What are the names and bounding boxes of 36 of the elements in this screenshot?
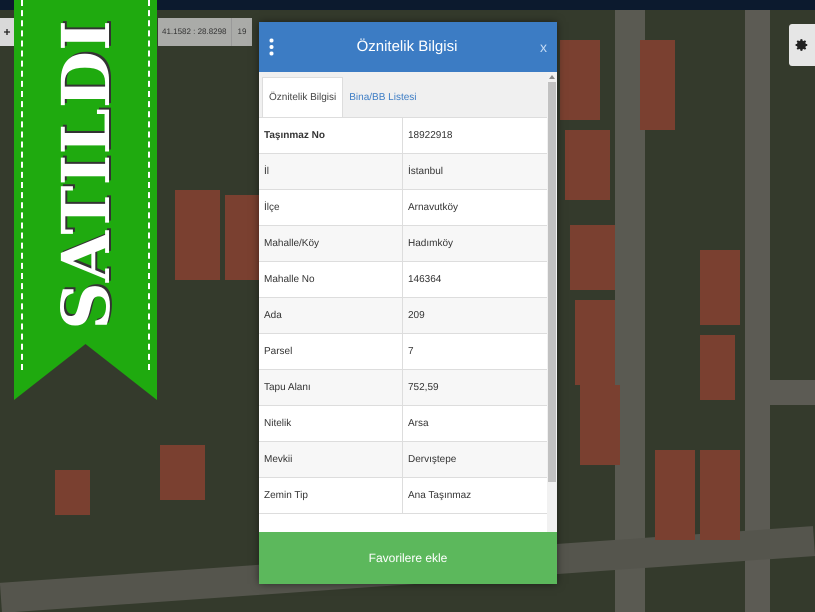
attribute-name: Nitelik bbox=[259, 406, 403, 441]
attribute-value: Ana Taşınmaz bbox=[407, 489, 472, 503]
attribute-value: 18922918 bbox=[407, 129, 454, 143]
attribute-value: 752,59 bbox=[407, 381, 440, 395]
attribute-name: İlçe bbox=[259, 190, 403, 225]
attribute-value: 209 bbox=[407, 309, 426, 323]
sold-label: SATILDI bbox=[52, 20, 118, 330]
add-to-favorites-button[interactable]: Favorilere ekle bbox=[259, 532, 557, 584]
attribute-value: Arnavutköy bbox=[407, 201, 460, 215]
menu-icon[interactable] bbox=[269, 38, 274, 56]
attribute-name: Tapu Alanı bbox=[259, 370, 403, 405]
zoom-level-readout: 19 bbox=[230, 18, 252, 46]
scrollbar[interactable] bbox=[547, 72, 557, 532]
attribute-name: İl bbox=[259, 154, 403, 189]
attribute-name: Taşınmaz No bbox=[259, 118, 403, 153]
settings-button[interactable] bbox=[789, 24, 815, 66]
attribute-name: Mahalle No bbox=[259, 262, 403, 297]
close-button[interactable]: x bbox=[540, 36, 547, 58]
attribute-name: Parsel bbox=[259, 334, 403, 369]
attribute-value: Arsa bbox=[407, 417, 430, 431]
attribute-value: Hadımköy bbox=[407, 237, 454, 251]
attribute-value: 7 bbox=[407, 345, 415, 359]
settings-icon bbox=[795, 38, 809, 52]
attribute-name: Ada bbox=[259, 298, 403, 333]
tab[interactable]: Bina/BB Listesi bbox=[343, 77, 423, 117]
attribute-name: Mevkii bbox=[259, 442, 403, 477]
attribute-value: 146364 bbox=[407, 273, 442, 287]
attribute-name: Zemin Tip bbox=[259, 478, 403, 513]
zoom-in-button[interactable]: + bbox=[0, 18, 14, 46]
panel-title: Öznitelik Bilgisi bbox=[356, 36, 458, 57]
attribute-name: Mahalle/Köy bbox=[259, 226, 403, 261]
scroll-up-icon[interactable] bbox=[549, 75, 555, 79]
tab[interactable]: Öznitelik Bilgisi bbox=[262, 77, 344, 117]
coordinates-readout: 41.1582 : 28.8298 bbox=[158, 18, 231, 46]
attribute-value: İstanbul bbox=[407, 164, 444, 179]
attribute-value: Dervıştepe bbox=[407, 453, 458, 467]
